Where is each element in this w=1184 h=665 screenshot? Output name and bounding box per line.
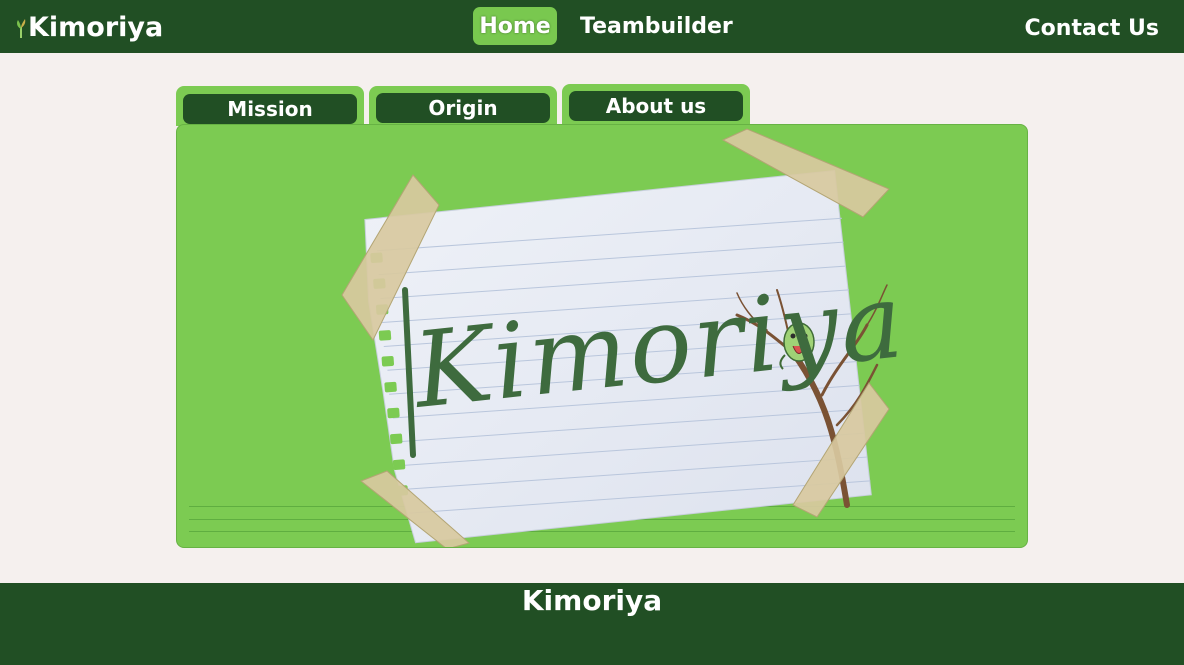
nav-home-link[interactable]: Home — [473, 7, 557, 45]
tab-about-us[interactable]: About us — [562, 84, 750, 126]
grass-sprout-icon — [17, 19, 26, 38]
tab-mission-label[interactable]: Mission — [183, 94, 357, 124]
footer-title: Kimoriya — [521, 584, 663, 617]
tab-origin-label[interactable]: Origin — [376, 93, 550, 123]
top-navbar: Kimoriya Home Teambuilder Contact Us — [0, 0, 1184, 53]
tab-about-us-label[interactable]: About us — [569, 91, 743, 121]
hero-notebook-image: Kimoriya — [341, 128, 910, 547]
tab-origin[interactable]: Origin — [369, 86, 557, 126]
footer: Kimoriya — [0, 583, 1184, 665]
nav-teambuilder-link[interactable]: Teambuilder — [580, 7, 733, 45]
brand-logo[interactable]: Kimoriya — [15, 8, 163, 46]
content-panel: Kimoriya — [176, 124, 1028, 548]
brand-name: Kimoriya — [28, 11, 164, 43]
nav-contact-link[interactable]: Contact Us — [1025, 9, 1159, 47]
tab-mission[interactable]: Mission — [176, 86, 364, 126]
